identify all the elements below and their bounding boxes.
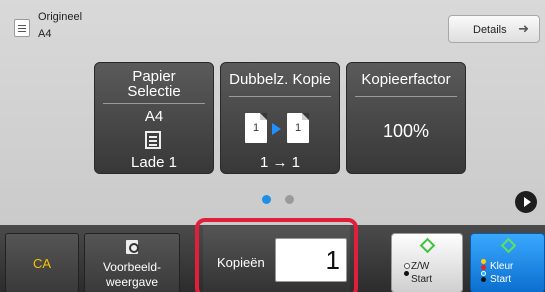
bw-mode-icon bbox=[404, 263, 410, 277]
black-dot bbox=[481, 277, 486, 282]
paper-select-title-2: Selectie bbox=[127, 83, 181, 100]
duplex-icon: 1 1 bbox=[245, 113, 313, 145]
preview-icon bbox=[126, 240, 139, 254]
details-label: Details bbox=[473, 24, 507, 36]
tile-divider bbox=[355, 96, 457, 97]
start-diamond-icon bbox=[419, 237, 436, 254]
preview-button[interactable]: Voorbeeld- weergave bbox=[84, 233, 180, 292]
document-icon bbox=[14, 19, 30, 37]
bw-label: Z/W bbox=[411, 261, 430, 272]
duplex-page-right: 1 bbox=[287, 113, 309, 143]
copies-label: Kopieën bbox=[217, 255, 265, 270]
preview-label-2: weergave bbox=[105, 275, 159, 289]
original-size: A4 bbox=[38, 28, 52, 40]
duplex-arrow-icon bbox=[272, 123, 281, 135]
copy-screen: Origineel A4 Details ➜ Papier Selectie A… bbox=[0, 0, 545, 292]
zoom-value: 100% bbox=[382, 121, 430, 141]
page-indicator[interactable] bbox=[285, 195, 294, 204]
yellow-dot bbox=[481, 259, 486, 264]
tile-divider bbox=[229, 96, 331, 97]
paper-tray: Lade 1 bbox=[131, 154, 177, 171]
color-label: Kleur bbox=[490, 261, 514, 272]
copies-panel: Kopieën 1 bbox=[203, 226, 350, 292]
details-button[interactable]: Details ➜ bbox=[448, 15, 540, 43]
tray-icon bbox=[145, 131, 161, 149]
original-info[interactable]: Origineel A4 bbox=[14, 11, 134, 45]
color-start-label: Start bbox=[490, 274, 512, 285]
start-diamond-icon bbox=[500, 237, 517, 254]
duplex-title: Dubbelz. Kopie bbox=[229, 71, 331, 88]
next-page-icon[interactable] bbox=[515, 191, 537, 213]
red-dot bbox=[481, 265, 486, 270]
original-label: Origineel bbox=[38, 11, 83, 23]
duplex-copy-tile[interactable]: Dubbelz. Kopie 1 1 1 → 1 bbox=[220, 62, 340, 174]
color-start-button[interactable]: Kleur Start bbox=[470, 233, 545, 292]
zoom-tile[interactable]: Kopieerfactor 100% bbox=[346, 62, 466, 174]
paper-size: A4 bbox=[144, 108, 164, 125]
bw-start-button[interactable]: Z/W Start bbox=[391, 233, 463, 292]
blue-dot bbox=[481, 271, 486, 276]
copies-input[interactable]: 1 bbox=[275, 238, 347, 282]
color-mode-icon bbox=[481, 259, 487, 283]
arrow-right-icon: ➜ bbox=[518, 21, 529, 36]
bw-start-label: Start bbox=[411, 274, 433, 285]
page-indicator-active[interactable] bbox=[262, 195, 271, 204]
duplex-page-left: 1 bbox=[245, 113, 267, 143]
preview-label-1: Voorbeeld- bbox=[102, 260, 162, 274]
paper-select-tile[interactable]: Papier Selectie A4 Lade 1 bbox=[94, 62, 214, 174]
zoom-title: Kopieerfactor bbox=[361, 71, 451, 88]
tile-divider bbox=[103, 103, 205, 104]
clear-all-button[interactable]: CA bbox=[5, 233, 79, 292]
duplex-mode: 1 → 1 bbox=[259, 154, 301, 171]
